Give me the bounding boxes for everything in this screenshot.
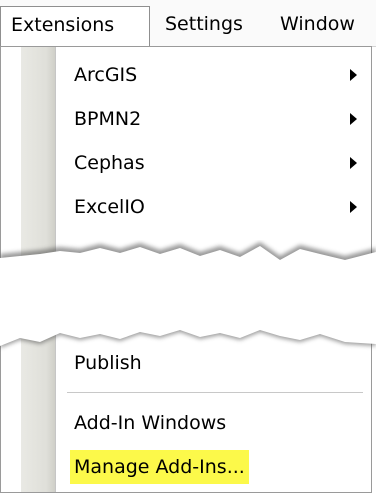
submenu-arrow-icon	[350, 201, 357, 213]
menu-item-cephas[interactable]: Cephas	[59, 143, 365, 183]
submenu-arrow-icon	[350, 69, 357, 81]
menu-item-arcgis[interactable]: ArcGIS	[59, 55, 365, 95]
menu-item-label: Manage Add-Ins...	[70, 450, 249, 484]
menu-item-label: ArcGIS	[74, 64, 138, 86]
menu-item-bpmn2[interactable]: BPMN2	[59, 99, 365, 139]
menu-item-label: ExcelIO	[74, 196, 145, 218]
menu-item-label: Add-In Windows	[74, 412, 227, 434]
menu-item-label: BPMN2	[74, 108, 142, 130]
menu-item-label: Cephas	[74, 152, 145, 174]
submenu-arrow-icon	[350, 113, 357, 125]
menu-window[interactable]: Window	[270, 6, 375, 42]
menu-bar: Extensions Settings Window	[0, 0, 376, 47]
menu-item-add-in-windows[interactable]: Add-In Windows	[59, 403, 365, 443]
submenu-arrow-icon	[350, 157, 357, 169]
menu-settings[interactable]: Settings	[155, 6, 265, 42]
torn-edge-overlay	[0, 242, 376, 348]
menu-extensions[interactable]: Extensions	[0, 6, 150, 47]
menu-item-excelio[interactable]: ExcelIO	[59, 187, 365, 227]
menu-separator	[67, 392, 363, 393]
menu-item-manage-add-ins[interactable]: Manage Add-Ins...	[59, 447, 365, 487]
